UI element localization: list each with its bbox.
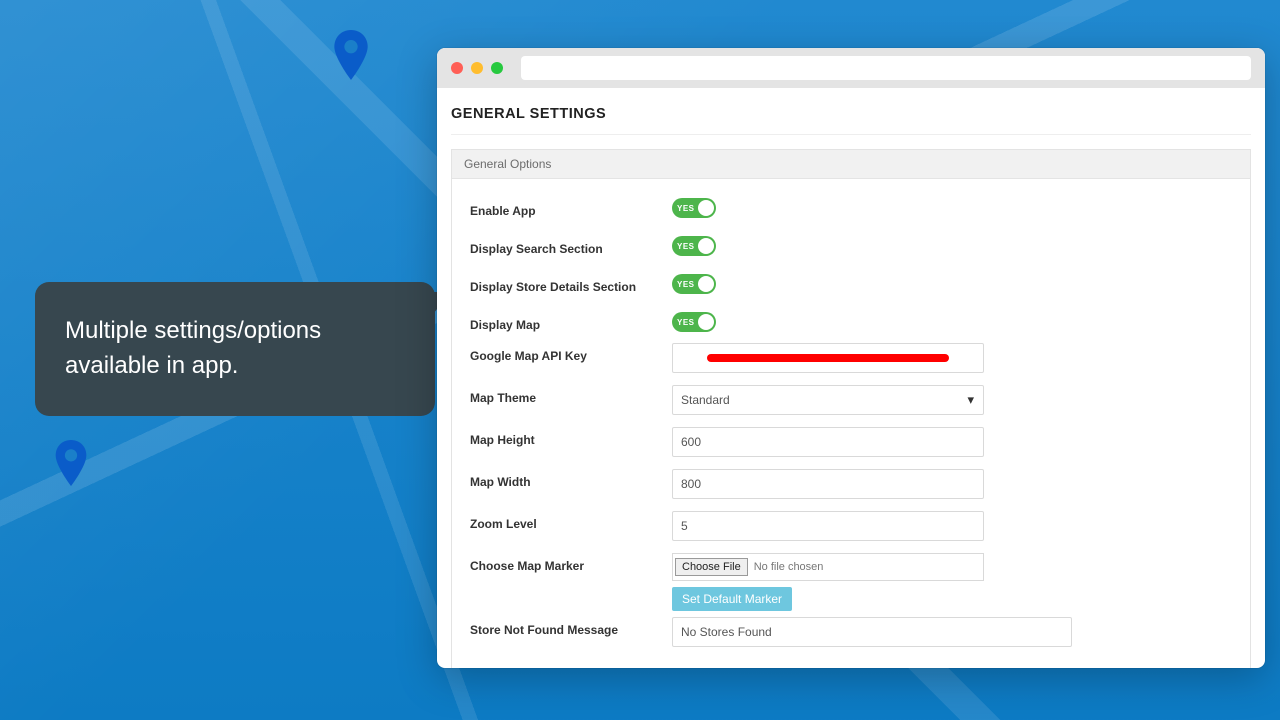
label-display-map: Display Map [470,312,672,332]
toggle-on-text: YES [677,242,695,251]
toggle-display-map[interactable]: YES [672,312,716,332]
label-display-search: Display Search Section [470,236,672,256]
browser-window: GENERAL SETTINGS General Options Enable … [437,48,1265,668]
toggle-on-text: YES [677,204,695,213]
map-width-input[interactable] [672,469,984,499]
callout-text: Multiple settings/options available in a… [65,317,321,379]
url-bar[interactable] [521,56,1251,80]
label-map-height: Map Height [470,427,672,447]
row-api-key: Google Map API Key [470,343,1232,383]
location-pin-icon [330,30,372,80]
callout-bubble: Multiple settings/options available in a… [35,282,435,416]
zoom-level-input[interactable] [672,511,984,541]
toggle-knob [698,200,714,216]
row-display-search: Display Search Section YES [470,229,1232,263]
label-api-key: Google Map API Key [470,343,672,363]
map-theme-select[interactable] [672,385,984,415]
row-map-theme: Map Theme ▾ [470,385,1232,425]
toggle-display-search[interactable]: YES [672,236,716,256]
map-height-input[interactable] [672,427,984,457]
toggle-on-text: YES [677,280,695,289]
row-choose-marker: Choose Map Marker Choose File No file ch… [470,553,1232,615]
row-enable-app: Enable App YES [470,191,1232,225]
row-display-map: Display Map YES [470,305,1232,339]
label-zoom-level: Zoom Level [470,511,672,531]
minimize-icon[interactable] [471,62,483,74]
toggle-on-text: YES [677,318,695,327]
browser-titlebar [437,48,1265,88]
toggle-display-store[interactable]: YES [672,274,716,294]
file-placeholder: No file chosen [754,561,824,573]
maximize-icon[interactable] [491,62,503,74]
general-options-panel: General Options Enable App YES Display S… [451,149,1251,668]
toggle-knob [698,238,714,254]
api-key-field[interactable] [672,343,984,373]
row-map-width: Map Width [470,469,1232,509]
not-found-input[interactable] [672,617,1072,647]
page-content: GENERAL SETTINGS General Options Enable … [437,88,1265,668]
label-not-found: Store Not Found Message [470,617,672,637]
label-map-width: Map Width [470,469,672,489]
toggle-knob [698,314,714,330]
row-not-found: Store Not Found Message [470,617,1232,657]
toggle-knob [698,276,714,292]
label-choose-marker: Choose Map Marker [470,553,672,573]
row-zoom-level: Zoom Level [470,511,1232,551]
panel-header: General Options [452,150,1250,179]
page-title: GENERAL SETTINGS [451,106,1251,135]
toggle-enable-app[interactable]: YES [672,198,716,218]
file-input-wrapper[interactable]: Choose File No file chosen [672,553,984,581]
row-map-height: Map Height [470,427,1232,467]
row-display-store: Display Store Details Section YES [470,267,1232,301]
set-default-marker-button[interactable]: Set Default Marker [672,587,792,611]
label-display-store: Display Store Details Section [470,274,672,294]
location-pin-icon [52,440,90,486]
label-enable-app: Enable App [470,198,672,218]
label-map-theme: Map Theme [470,385,672,405]
choose-file-button[interactable]: Choose File [675,558,748,576]
close-icon[interactable] [451,62,463,74]
